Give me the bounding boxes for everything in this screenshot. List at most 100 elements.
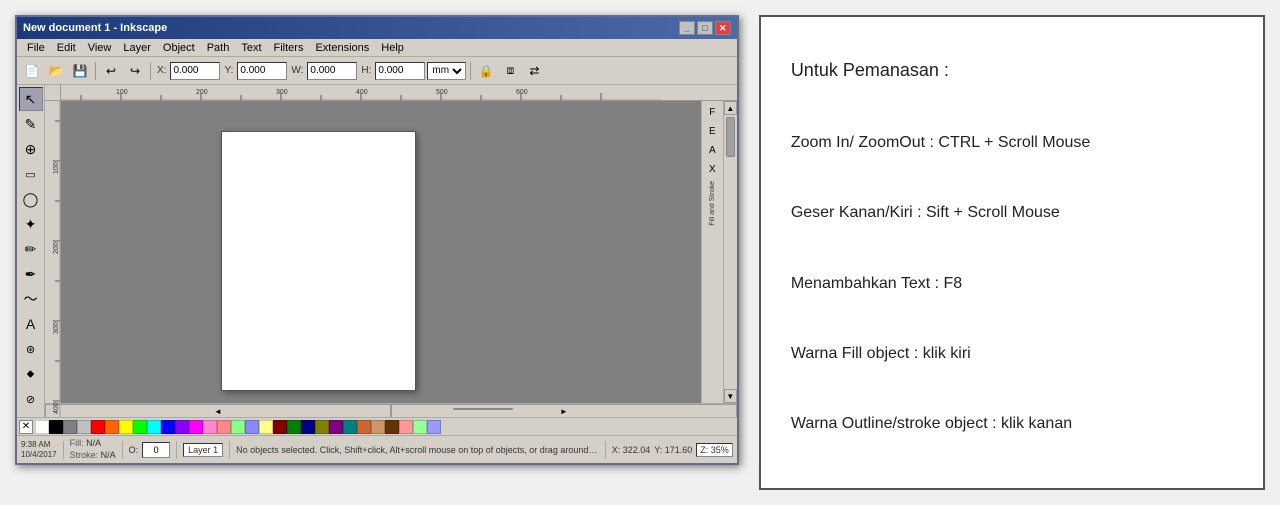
menu-file[interactable]: File (21, 39, 51, 56)
pen-tool[interactable]: ✒ (19, 262, 43, 286)
align-btn[interactable]: ⧈ (499, 60, 521, 82)
color-swatch-darkbrown[interactable] (385, 420, 399, 434)
color-swatch-lightyellow[interactable] (259, 420, 273, 434)
gradient-tool[interactable]: ⬥ (19, 362, 43, 386)
minimize-button[interactable]: _ (679, 21, 695, 35)
status-sep-2 (122, 441, 123, 459)
menu-edit[interactable]: Edit (51, 39, 82, 56)
menu-text[interactable]: Text (235, 39, 267, 56)
color-swatch-darkgreen[interactable] (287, 420, 301, 434)
node-tool[interactable]: ✎ (19, 112, 43, 136)
save-btn[interactable]: 💾 (69, 60, 91, 82)
svg-text:400: 400 (53, 402, 60, 414)
open-btn[interactable]: 📂 (45, 60, 67, 82)
vertical-ruler: 100 200 300 400 (45, 101, 61, 403)
color-swatch-lightgreen[interactable] (231, 420, 245, 434)
xml-editor-btn[interactable]: X (703, 160, 721, 178)
color-swatch-gray[interactable] (63, 420, 77, 434)
color-swatch-salmon[interactable] (399, 420, 413, 434)
menu-layer[interactable]: Layer (117, 39, 157, 56)
unit-select[interactable]: mm px cm (427, 62, 466, 80)
menu-path[interactable]: Path (201, 39, 236, 56)
info-panel: Untuk Pemanasan : Zoom In/ ZoomOut : CTR… (759, 15, 1265, 490)
select-tool[interactable]: ↖ (19, 87, 43, 111)
close-button[interactable]: ✕ (715, 21, 731, 35)
color-swatch-cyan[interactable] (147, 420, 161, 434)
color-swatch-white[interactable] (35, 420, 49, 434)
zoom-level[interactable]: Z: 35% (696, 443, 733, 457)
color-swatch-lime[interactable] (133, 420, 147, 434)
color-swatch-orange[interactable] (105, 420, 119, 434)
color-swatch-violet[interactable] (175, 420, 189, 434)
scroll-right-btn[interactable]: ► (391, 404, 737, 417)
lock-btn[interactable]: 🔒 (475, 60, 497, 82)
align-panel-btn[interactable]: A (703, 141, 721, 159)
color-swatch-blue[interactable] (161, 420, 175, 434)
scroll-left-btn[interactable]: ◄ (45, 404, 391, 417)
y-input[interactable] (237, 62, 287, 80)
color-swatch-purple[interactable] (329, 420, 343, 434)
w-label: W: (289, 65, 305, 76)
color-swatch-lightblue[interactable] (245, 420, 259, 434)
canvas-with-ruler: 100 200 300 400 500 600 (45, 85, 737, 417)
color-swatch-maroon[interactable] (273, 420, 287, 434)
canvas-main[interactable] (61, 101, 701, 403)
fill-stroke-indicator: Fill: N/A Stroke: N/A (70, 438, 116, 461)
menu-object[interactable]: Object (157, 39, 201, 56)
dropper-tool[interactable]: ⊘ (19, 387, 43, 411)
color-swatch-silver[interactable] (77, 420, 91, 434)
star-tool[interactable]: ✦ (19, 212, 43, 236)
color-swatch-tan[interactable] (371, 420, 385, 434)
title-bar-text: New document 1 - Inkscape (23, 22, 167, 34)
color-swatch-mintgreen[interactable] (413, 420, 427, 434)
color-swatch-brown[interactable] (357, 420, 371, 434)
color-swatch-black[interactable] (49, 420, 63, 434)
text-tool[interactable]: A (19, 312, 43, 336)
calligraphy-tool[interactable]: 〜 (19, 287, 43, 311)
color-swatch-red[interactable] (91, 420, 105, 434)
scroll-down-btn[interactable]: ▼ (724, 389, 737, 403)
zoom-tool[interactable]: ⊕ (19, 137, 43, 161)
ellipse-tool[interactable]: ◯ (19, 187, 43, 211)
scroll-thumb-v[interactable] (726, 117, 735, 157)
toolbar-sep-2 (150, 62, 151, 80)
svg-text:300: 300 (53, 322, 60, 334)
color-swatch-periwinkle[interactable] (427, 420, 441, 434)
scroll-thumb-h[interactable] (453, 408, 513, 410)
pencil-tool[interactable]: ✏ (19, 237, 43, 261)
scrollbar-vertical[interactable]: ▲ ▼ (723, 101, 737, 403)
color-swatch-magenta[interactable] (189, 420, 203, 434)
no-fill-btn[interactable]: ✕ (19, 420, 33, 434)
color-palette: ✕ (17, 417, 737, 435)
horizontal-ruler: 100 200 300 400 500 600 (61, 85, 737, 101)
h-input[interactable] (375, 62, 425, 80)
flip-btn[interactable]: ⇄ (523, 60, 545, 82)
color-swatch-teal[interactable] (343, 420, 357, 434)
scrollbar-horizontal[interactable]: ◄ ► (45, 403, 737, 417)
color-swatch-olive[interactable] (315, 420, 329, 434)
rect-tool[interactable]: ▭ (19, 162, 43, 186)
w-input[interactable] (307, 62, 357, 80)
fill-stroke-btn[interactable]: F (703, 103, 721, 121)
spray-tool[interactable]: ⊛ (19, 337, 43, 361)
svg-text:200: 200 (53, 242, 60, 254)
new-btn[interactable]: 📄 (21, 60, 43, 82)
maximize-button[interactable]: □ (697, 21, 713, 35)
layer-indicator[interactable]: Layer 1 (183, 443, 223, 457)
menu-filters[interactable]: Filters (268, 39, 310, 56)
redo-btn[interactable]: ↪ (124, 60, 146, 82)
export-btn[interactable]: E (703, 122, 721, 140)
color-swatch-yellow[interactable] (119, 420, 133, 434)
status-sep-1 (63, 441, 64, 459)
x-input[interactable] (170, 62, 220, 80)
color-swatch-navy[interactable] (301, 420, 315, 434)
color-swatch-pink[interactable] (203, 420, 217, 434)
undo-btn[interactable]: ↩ (100, 60, 122, 82)
menu-extensions[interactable]: Extensions (309, 39, 375, 56)
menu-help[interactable]: Help (375, 39, 410, 56)
canvas-row: 100 200 300 400 F E A (45, 101, 737, 403)
opacity-input[interactable] (142, 442, 170, 458)
menu-view[interactable]: View (82, 39, 118, 56)
color-swatch-lightred[interactable] (217, 420, 231, 434)
scroll-up-btn[interactable]: ▲ (724, 101, 737, 115)
